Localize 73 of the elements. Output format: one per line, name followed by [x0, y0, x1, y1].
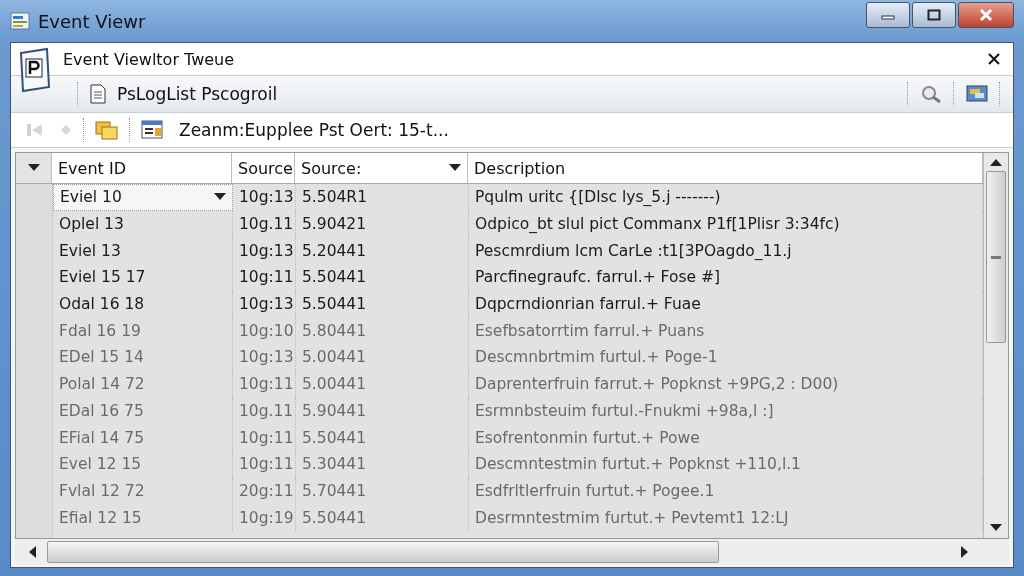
table-cell: 10g:13: [233, 237, 296, 265]
path-text: Zeanm:Eupplee Pst Oert: 15-t...: [179, 120, 449, 140]
table-cell: Oplel 13: [53, 210, 233, 238]
close-button[interactable]: [958, 2, 1014, 28]
vertical-scrollbar[interactable]: [983, 153, 1008, 538]
scroll-down-icon: [990, 524, 1002, 532]
scroll-right-icon: [961, 546, 969, 558]
caret-icon: [214, 193, 226, 202]
table-cell: 10g:11: [233, 424, 296, 451]
table-cell: 5.504R1: [296, 184, 469, 211]
table-cell: 5.90421: [296, 210, 469, 238]
table-cell: 10g:13: [233, 290, 296, 318]
window-app-icon: [10, 12, 30, 30]
table-cell: 10g:13: [233, 344, 296, 371]
table-cell: 5.90441: [296, 397, 469, 425]
table-cell: Evel 12 15: [53, 450, 233, 478]
table-cell: 10g:11: [233, 370, 296, 398]
table-cell: Eviel 10: [53, 184, 233, 211]
table-cell: 5.00441: [296, 370, 469, 398]
table-cell: 10g.11: [233, 210, 296, 238]
search-icon: [920, 84, 942, 104]
window-title: Event Viewr: [38, 10, 146, 32]
table-cell: 5.50441: [296, 264, 469, 291]
close-icon: [978, 8, 994, 22]
folder-icon: [95, 120, 119, 140]
table-cell: 10g:10: [233, 317, 296, 345]
column-menu-button[interactable]: [16, 153, 52, 183]
toolbar-label: PsLogList Psсogroil: [117, 84, 278, 104]
table-cell: Odal 16 18: [53, 290, 233, 318]
scroll-thumb[interactable]: [986, 171, 1006, 343]
table-cell: 5.00441: [296, 344, 469, 371]
table-cell: Eviel 15 17: [53, 264, 233, 291]
table-cell: Efial 12 15: [53, 504, 233, 531]
column-header[interactable]: Source:: [295, 153, 468, 183]
maximize-button[interactable]: [912, 2, 956, 28]
scroll-left-icon: [29, 546, 37, 558]
table-cell: 10g:11: [233, 264, 296, 291]
column-header[interactable]: Source: [232, 153, 295, 183]
table-cell: 5.30441: [296, 450, 469, 478]
scroll-thumb[interactable]: [47, 541, 719, 563]
caret-icon: [449, 164, 461, 172]
close-icon: [987, 52, 1001, 66]
table-cell: Fvlal 12 72: [53, 477, 233, 505]
table-cell: EDel 15 14: [53, 344, 233, 371]
screen-icon: [966, 84, 988, 104]
table-cell: 5.70441: [296, 477, 469, 505]
table-cell: 10g:11: [233, 450, 296, 478]
table-cell: 5.50441: [296, 424, 469, 451]
table-cell: Polal 14 72: [53, 370, 233, 398]
scroll-up-icon: [990, 159, 1002, 167]
maximize-icon: [927, 9, 941, 21]
table-cell: 10g.11: [233, 397, 296, 425]
table-cell: 5.50441: [296, 290, 469, 318]
caret-icon: [27, 164, 40, 172]
minimize-button[interactable]: [866, 2, 910, 28]
column-header[interactable]: Event ID: [52, 153, 232, 183]
document-icon: [89, 84, 107, 104]
table-cell: Fdal 16 19: [53, 317, 233, 345]
table-icon: [141, 120, 165, 140]
table-cell: 10g:13: [233, 184, 296, 211]
table-cell: 20g:11: [233, 477, 296, 505]
search-button[interactable]: [919, 83, 943, 105]
table-cell: 5.20441: [296, 237, 469, 265]
table-cell: 5.50441: [296, 504, 469, 531]
table-cell: 10g:19: [233, 504, 296, 531]
horizontal-scrollbar[interactable]: [15, 539, 1009, 565]
table-cell: EDal 16 75: [53, 397, 233, 425]
table-cell: Eviel 13: [53, 237, 233, 265]
forward-icon: [60, 124, 72, 136]
screen-button[interactable]: [965, 83, 989, 105]
panel-title: Event Viewltor Tweue: [63, 49, 235, 69]
table-cell: 5.80441: [296, 317, 469, 345]
table-cell: EFial 14 75: [53, 424, 233, 451]
